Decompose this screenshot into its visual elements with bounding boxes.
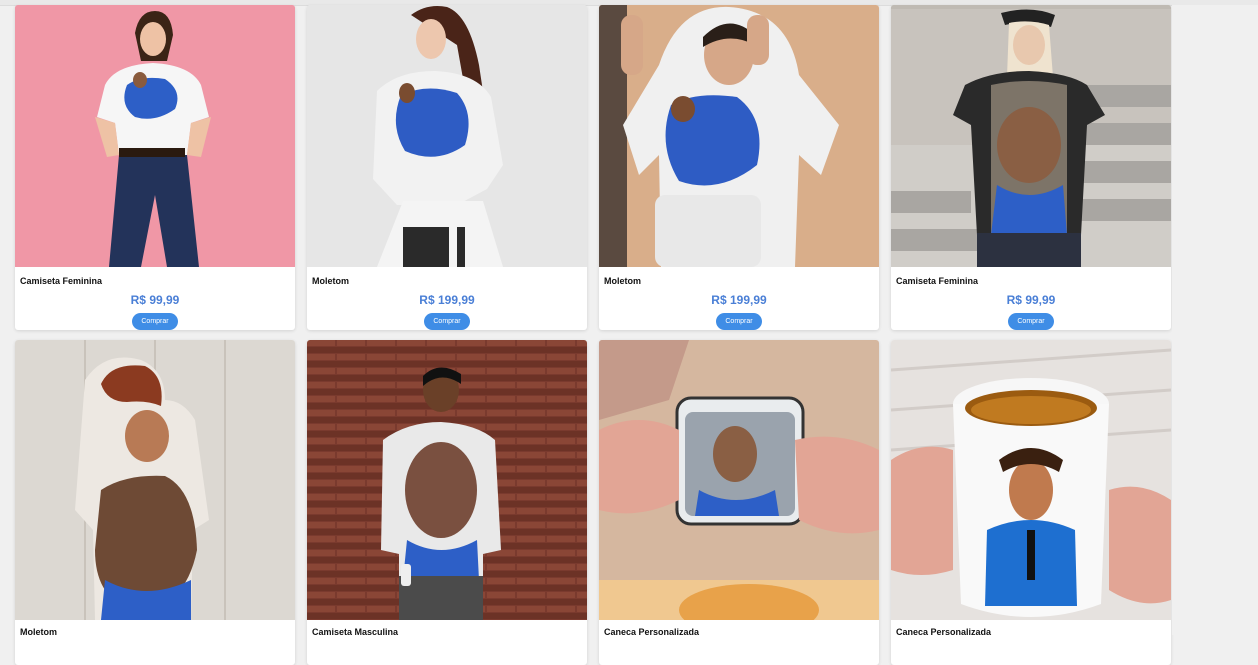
product-name: Camiseta Masculina [312,627,399,637]
product-card[interactable]: Moletom [15,340,295,665]
buy-button[interactable]: Comprar [424,313,470,330]
product-card[interactable]: Camiseta Feminina R$ 99,99 Comprar [891,5,1171,330]
product-name: Moletom [312,276,349,286]
buy-button[interactable]: Comprar [132,313,178,330]
product-image[interactable] [891,5,1171,267]
product-price: R$ 99,99 [1006,293,1056,307]
product-card[interactable]: Caneca Personalizada [891,340,1171,665]
product-name: Caneca Personalizada [896,627,992,637]
product-card[interactable]: Moletom R$ 199,99 Comprar [599,5,879,330]
product-price: R$ 99,99 [130,293,180,307]
product-image[interactable] [891,340,1171,620]
buy-button[interactable]: Comprar [716,313,762,330]
product-image[interactable] [307,5,587,267]
product-price: R$ 199,99 [711,293,767,307]
product-card[interactable]: Caneca Personalizada [599,340,879,665]
product-image[interactable] [307,340,587,620]
product-price: R$ 199,99 [419,293,475,307]
product-name: Moletom [604,276,641,286]
buy-button[interactable]: Comprar [1008,313,1054,330]
product-image[interactable] [599,5,879,267]
product-card[interactable]: Camiseta Masculina [307,340,587,665]
right-blank-area [1172,5,1258,635]
product-grid: Camiseta Feminina R$ 99,99 Comprar Molet… [15,5,1172,665]
product-name: Camiseta Feminina [896,276,979,286]
product-card[interactable]: Camiseta Feminina R$ 99,99 Comprar [15,5,295,330]
product-name: Caneca Personalizada [604,627,700,637]
product-image[interactable] [15,340,295,620]
product-image[interactable] [15,5,295,267]
product-card[interactable]: Moletom R$ 199,99 Comprar [307,5,587,330]
product-name: Camiseta Feminina [20,276,103,286]
product-name: Moletom [20,627,57,637]
product-image[interactable] [599,340,879,620]
